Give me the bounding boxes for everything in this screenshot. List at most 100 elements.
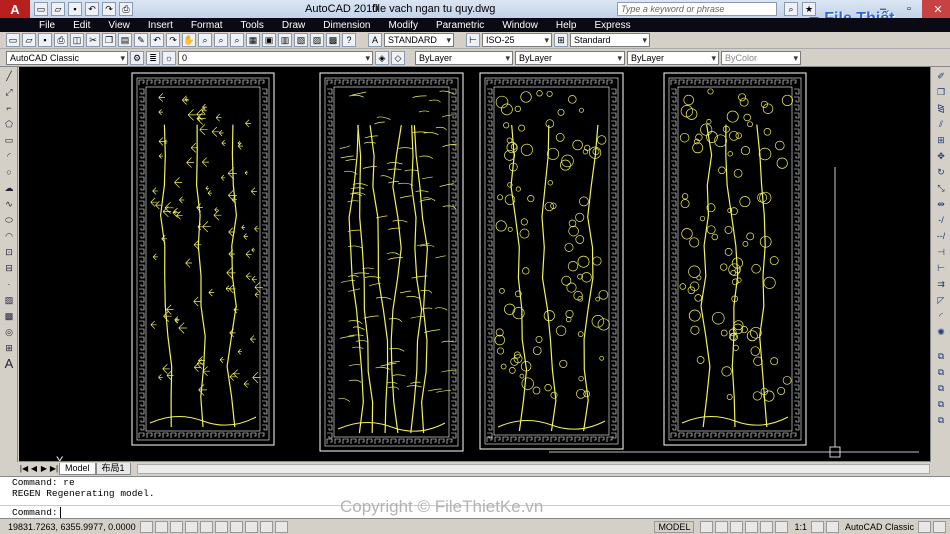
qp-icon[interactable]: [275, 520, 288, 533]
array-icon[interactable]: ⊞: [934, 133, 948, 147]
revision-cloud-icon[interactable]: ☁: [2, 181, 16, 195]
hatch-icon[interactable]: ▨: [2, 293, 16, 307]
help-icon[interactable]: ?: [342, 33, 356, 47]
point-icon[interactable]: ·: [2, 277, 16, 291]
multiline-text-icon[interactable]: A: [2, 357, 16, 371]
menu-help[interactable]: Help: [547, 20, 586, 31]
menu-parametric[interactable]: Parametric: [427, 20, 493, 31]
open-icon[interactable]: ▱: [51, 2, 65, 16]
undo-icon[interactable]: ↶: [85, 2, 99, 16]
snap-icon[interactable]: [140, 520, 153, 533]
zoom-previous-icon[interactable]: ⌕: [230, 33, 244, 47]
preview-icon[interactable]: ◫: [70, 33, 84, 47]
annotation-visibility-icon[interactable]: [810, 520, 824, 533]
osnap-icon[interactable]: [200, 520, 213, 533]
layer-manager-icon[interactable]: ≣: [146, 50, 160, 65]
annotation-scale[interactable]: 1:1: [794, 522, 807, 532]
mirror-icon[interactable]: ⧎: [934, 101, 948, 115]
menu-file[interactable]: File: [30, 20, 64, 31]
linetype-dropdown[interactable]: ByLayer: [515, 50, 625, 65]
print-icon[interactable]: ⎙: [54, 33, 68, 47]
showmotion-icon[interactable]: [775, 520, 789, 533]
drawing-canvas[interactable]: Y X: [19, 67, 930, 461]
workspace-switch[interactable]: AutoCAD Classic: [845, 522, 914, 532]
polar-icon[interactable]: [185, 520, 198, 533]
next-tab-icon[interactable]: ▶: [39, 464, 49, 473]
match-properties-icon[interactable]: ✎: [134, 33, 148, 47]
ducs-icon[interactable]: [230, 520, 243, 533]
model-space-toggle[interactable]: MODEL: [654, 520, 695, 533]
bring-above-icon[interactable]: ⧉: [934, 397, 948, 411]
workspace-dropdown[interactable]: AutoCAD Classic: [6, 50, 128, 65]
lwt-icon[interactable]: [260, 520, 273, 533]
auto-scale-icon[interactable]: [825, 520, 839, 533]
layer-icon[interactable]: ☼: [162, 50, 176, 65]
zoom-realtime-icon[interactable]: ⌕: [198, 33, 212, 47]
arc-icon[interactable]: ◜: [2, 149, 16, 163]
circle-icon[interactable]: ○: [2, 165, 16, 179]
menu-modify[interactable]: Modify: [380, 20, 427, 31]
make-current-layer-icon[interactable]: ◈: [375, 50, 389, 65]
clean-screen-icon[interactable]: [933, 520, 946, 533]
menu-draw[interactable]: Draw: [273, 20, 314, 31]
join-icon[interactable]: ⇉: [934, 277, 948, 291]
properties-icon[interactable]: ▦: [246, 33, 260, 47]
save-icon[interactable]: ▪: [38, 33, 52, 47]
line-icon[interactable]: ╱: [2, 69, 16, 83]
open-icon[interactable]: ▱: [22, 33, 36, 47]
prev-tab-icon[interactable]: ◀: [29, 464, 39, 473]
app-menu-button[interactable]: A: [0, 0, 30, 18]
first-tab-icon[interactable]: |◀: [19, 464, 29, 473]
new-icon[interactable]: ▭: [34, 2, 48, 16]
insert-block-icon[interactable]: ⊡: [2, 245, 16, 259]
plotstyle-dropdown[interactable]: ByColor: [721, 50, 801, 65]
grid-icon[interactable]: [155, 520, 168, 533]
menu-format[interactable]: Format: [182, 20, 232, 31]
save-icon[interactable]: ▪: [68, 2, 82, 16]
design-center-icon[interactable]: ▣: [262, 33, 276, 47]
table-style-icon[interactable]: ⊞: [554, 33, 568, 47]
ellipse-icon[interactable]: ⬭: [2, 213, 16, 227]
erase-icon[interactable]: ✐: [934, 69, 948, 83]
layer-previous-icon[interactable]: ◇: [391, 50, 405, 65]
polygon-icon[interactable]: ⬠: [2, 117, 16, 131]
color-dropdown[interactable]: ByLayer: [415, 50, 513, 65]
move-icon[interactable]: ✥: [934, 149, 948, 163]
quick-view-drawings-icon[interactable]: [715, 520, 729, 533]
text-style-dropdown[interactable]: STANDARD: [384, 33, 454, 47]
pan-icon[interactable]: ✋: [182, 33, 196, 47]
lock-icon[interactable]: [918, 520, 931, 533]
lineweight-dropdown[interactable]: ByLayer: [627, 50, 719, 65]
fillet-icon[interactable]: ◜: [934, 309, 948, 323]
construction-line-icon[interactable]: ⤢: [2, 85, 16, 99]
scale-icon[interactable]: ⤡: [934, 181, 948, 195]
polyline-icon[interactable]: ⌐: [2, 101, 16, 115]
chamfer-icon[interactable]: ◸: [934, 293, 948, 307]
copy-object-icon[interactable]: ❐: [934, 85, 948, 99]
zoom-window-icon[interactable]: ⌕: [214, 33, 228, 47]
menu-window[interactable]: Window: [493, 20, 547, 31]
draw-order-icon[interactable]: ⧉: [934, 349, 948, 363]
cut-icon[interactable]: ✂: [86, 33, 100, 47]
table-style-dropdown[interactable]: Standard: [570, 33, 650, 47]
paste-icon[interactable]: ▤: [118, 33, 132, 47]
tab-model[interactable]: Model: [59, 462, 96, 475]
dyn-icon[interactable]: [245, 520, 258, 533]
region-icon[interactable]: ◎: [2, 325, 16, 339]
redo-icon[interactable]: ↷: [166, 33, 180, 47]
ellipse-arc-icon[interactable]: ◠: [2, 229, 16, 243]
menu-edit[interactable]: Edit: [64, 20, 99, 31]
trim-icon[interactable]: -/: [934, 213, 948, 227]
otrack-icon[interactable]: [215, 520, 228, 533]
workspace-settings-icon[interactable]: ⚙: [130, 50, 144, 65]
search-icon[interactable]: ⌕: [784, 2, 798, 16]
table-icon[interactable]: ⊞: [2, 341, 16, 355]
layer-dropdown[interactable]: 0: [178, 50, 373, 65]
calculator-icon[interactable]: ▩: [326, 33, 340, 47]
last-tab-icon[interactable]: ▶|: [49, 464, 59, 473]
print-icon[interactable]: ⎙: [119, 2, 133, 16]
menu-express[interactable]: Express: [585, 20, 639, 31]
offset-icon[interactable]: ⫽: [934, 117, 948, 131]
new-icon[interactable]: ▭: [6, 33, 20, 47]
explode-icon[interactable]: ✺: [934, 325, 948, 339]
